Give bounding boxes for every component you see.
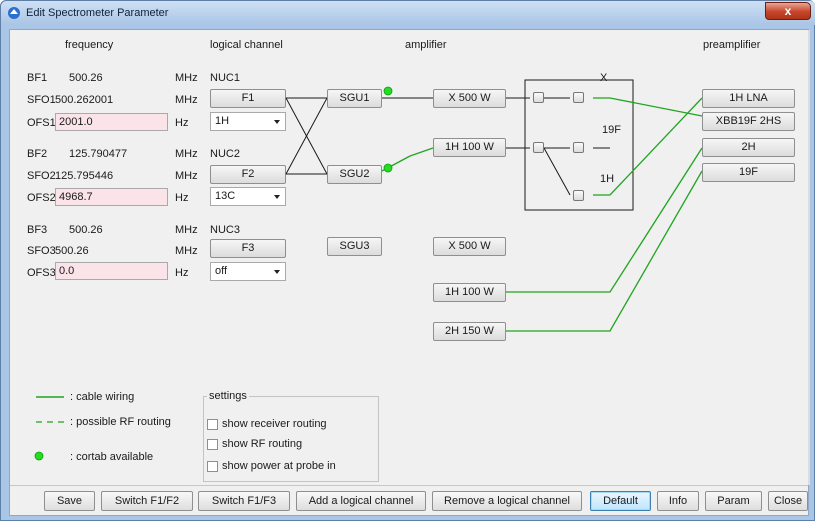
sgu2-button[interactable]: SGU2	[327, 165, 382, 184]
preamp-xbb19f-2hs-button[interactable]: XBB19F 2HS	[702, 112, 795, 131]
info-button[interactable]: Info	[657, 491, 699, 511]
legend-cable-wiring: : cable wiring	[70, 391, 135, 403]
remove-logical-channel-button[interactable]: Remove a logical channel	[432, 491, 582, 511]
settings-title: settings	[207, 390, 249, 402]
router-switch[interactable]	[573, 142, 584, 153]
window-title: Edit Spectrometer Parameter	[26, 7, 169, 19]
router-label-19f: 19F	[602, 124, 621, 136]
sgu1-button[interactable]: SGU1	[327, 89, 382, 108]
preamp-19f-button[interactable]: 19F	[702, 163, 795, 182]
app-icon	[8, 7, 20, 19]
cortab-dot	[383, 86, 393, 96]
router-switch[interactable]	[573, 190, 584, 201]
routing-panel: frequency logical channel amplifier prea…	[10, 30, 808, 485]
param-button[interactable]: Param	[705, 491, 762, 511]
amplifier-1h100-button-2[interactable]: 1H 100 W	[433, 283, 506, 302]
default-button[interactable]: Default	[590, 491, 651, 511]
vertical-scrollbar[interactable]	[808, 30, 810, 485]
show-power-label: show power at probe in	[222, 460, 336, 472]
show-receiver-routing-label: show receiver routing	[222, 418, 327, 430]
router-switch[interactable]	[533, 142, 544, 153]
show-rf-routing-checkbox[interactable]	[207, 439, 218, 450]
show-power-checkbox[interactable]	[207, 461, 218, 472]
add-logical-channel-button[interactable]: Add a logical channel	[296, 491, 426, 511]
router-switch[interactable]	[533, 92, 544, 103]
close-window-button[interactable]: x	[765, 2, 811, 20]
sgu3-button[interactable]: SGU3	[327, 237, 382, 256]
close-icon: x	[784, 4, 792, 18]
title-bar[interactable]: Edit Spectrometer Parameter x	[1, 1, 815, 25]
amplifier-2h150-button[interactable]: 2H 150 W	[433, 322, 506, 341]
amplifier-x500-button-2[interactable]: X 500 W	[433, 237, 506, 256]
switch-f1-f3-button[interactable]: Switch F1/F3	[198, 491, 290, 511]
button-bar: Save Switch F1/F2 Switch F1/F3 Add a log…	[10, 485, 808, 515]
router-switch[interactable]	[573, 92, 584, 103]
amplifier-1h100-button[interactable]: 1H 100 W	[433, 138, 506, 157]
legend-cortab: : cortab available	[70, 451, 154, 463]
dialog-client: frequency logical channel amplifier prea…	[9, 29, 810, 516]
router-label-x: X	[600, 72, 608, 84]
close-button[interactable]: Close	[768, 491, 808, 511]
save-button[interactable]: Save	[44, 491, 95, 511]
show-rf-routing-label: show RF routing	[222, 438, 303, 450]
cortab-dot	[383, 163, 393, 173]
legend-rf-routing: : possible RF routing	[70, 416, 171, 428]
amplifier-x500-button[interactable]: X 500 W	[433, 89, 506, 108]
dialog-window: Edit Spectrometer Parameter x frequency …	[0, 0, 815, 521]
router-label-1h: 1H	[600, 173, 615, 185]
preamp-2h-button[interactable]: 2H	[702, 138, 795, 157]
switch-f1-f2-button[interactable]: Switch F1/F2	[101, 491, 193, 511]
show-receiver-routing-checkbox[interactable]	[207, 419, 218, 430]
preamp-1h-lna-button[interactable]: 1H LNA	[702, 89, 795, 108]
